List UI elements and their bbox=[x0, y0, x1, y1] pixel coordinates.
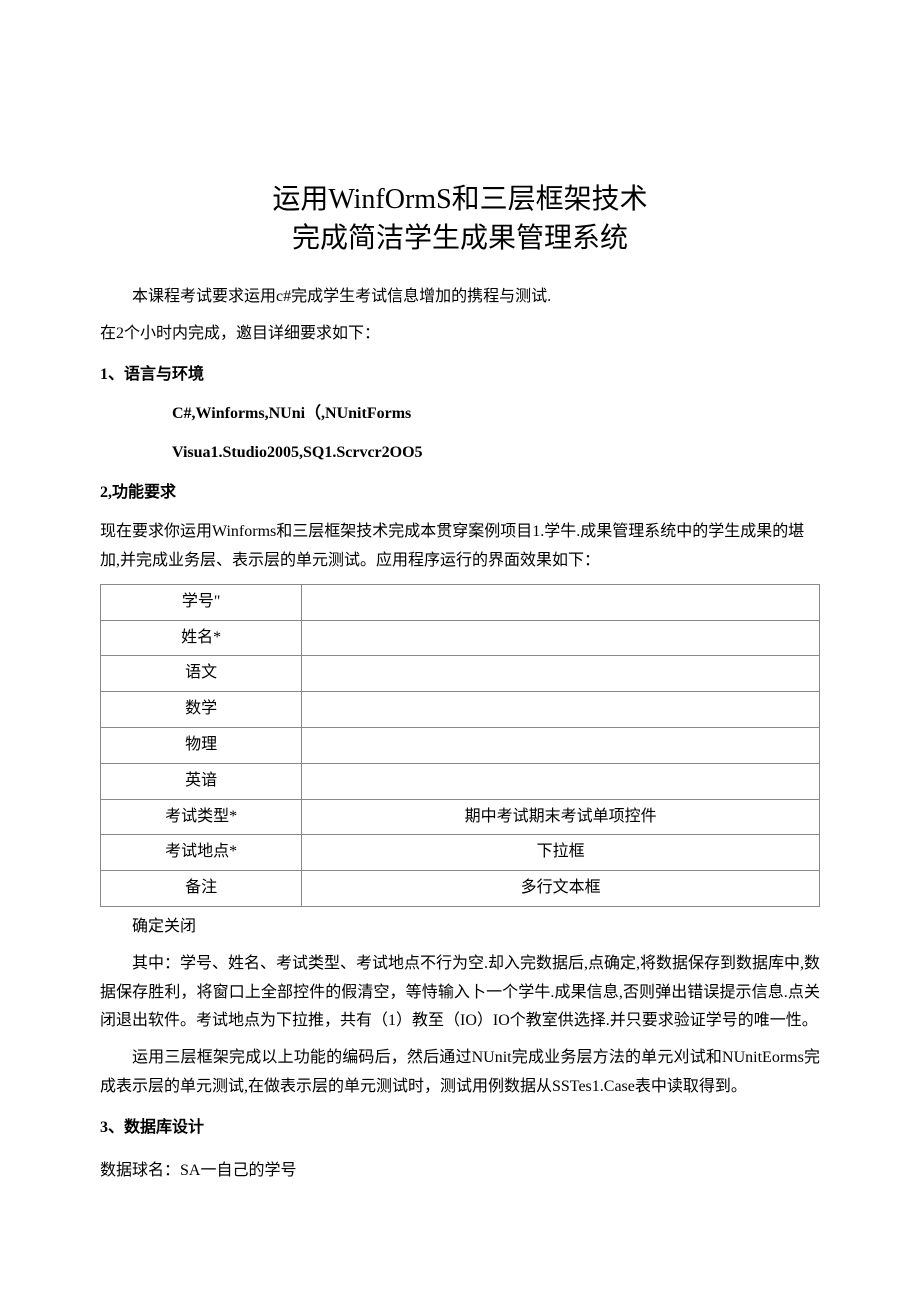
section-1-line-1: C#,Winforms,NUni（,NUnitForms bbox=[100, 400, 820, 429]
field-label: 英谙 bbox=[101, 763, 302, 799]
section-2-desc: 现在要求你运用Winforms和三层框架技术完成本贯穿案例项目1.学牛.成果管理… bbox=[100, 518, 820, 576]
field-label: 数学 bbox=[101, 692, 302, 728]
time-req-text: 在2个小时内完成，邀目详细要求如下： bbox=[100, 325, 380, 342]
confirm-close-text: 确定关闭 bbox=[100, 913, 820, 942]
section-3-heading-text: 3、数据库设计 bbox=[100, 1119, 204, 1136]
section-2-heading: 2,功能要求 bbox=[100, 479, 820, 508]
table-row: 考试地点* 下拉框 bbox=[101, 835, 820, 871]
section-3-heading: 3、数据库设计 bbox=[100, 1114, 820, 1143]
section-1-heading-text: 1、语言与环境 bbox=[100, 366, 204, 383]
field-value bbox=[302, 656, 820, 692]
field-label: 物理 bbox=[101, 727, 302, 763]
form-fields-table: 学号" 姓名* 语文 数学 物理 英谙 考试类型* 期中考试期末考试单项控件 考 bbox=[100, 584, 820, 907]
field-value: 期中考试期末考试单项控件 bbox=[302, 799, 820, 835]
field-label: 考试地点* bbox=[101, 835, 302, 871]
field-value: 下拉框 bbox=[302, 835, 820, 871]
field-label: 考试类型* bbox=[101, 799, 302, 835]
field-label: 备注 bbox=[101, 871, 302, 907]
table-row: 数学 bbox=[101, 692, 820, 728]
table-row: 语文 bbox=[101, 656, 820, 692]
table-row: 考试类型* 期中考试期末考试单项控件 bbox=[101, 799, 820, 835]
table-row: 备注 多行文本框 bbox=[101, 871, 820, 907]
explanation-1: 其中：学号、姓名、考试类型、考试地点不行为空.却入完数据后,点确定,将数据保存到… bbox=[100, 950, 820, 1036]
field-value bbox=[302, 620, 820, 656]
table-row: 英谙 bbox=[101, 763, 820, 799]
intro-text: 本课程考试要求运用c#完成学生考试信息增加的携程与测试. bbox=[132, 288, 551, 305]
field-label: 学号" bbox=[101, 584, 302, 620]
table-row: 姓名* bbox=[101, 620, 820, 656]
title-line-2: 完成简洁学生成果管理系统 bbox=[292, 223, 628, 254]
section-2-heading-text: 2,功能要求 bbox=[100, 484, 176, 501]
time-requirement: 在2个小时内完成，邀目详细要求如下： bbox=[100, 320, 820, 349]
document-title: 运用WinfOrmS和三层框架技术 完成简洁学生成果管理系统 bbox=[100, 180, 820, 258]
field-value bbox=[302, 584, 820, 620]
field-value bbox=[302, 692, 820, 728]
title-line-1: 运用WinfOrmS和三层框架技术 bbox=[272, 184, 647, 215]
section-1-line-2: Visua1.Studio2005,SQ1.Scrvcr2OO5 bbox=[100, 439, 820, 468]
table-row: 物理 bbox=[101, 727, 820, 763]
intro-paragraph: 本课程考试要求运用c#完成学生考试信息增加的携程与测试. bbox=[100, 283, 820, 312]
field-value: 多行文本框 bbox=[302, 871, 820, 907]
db-name-text: 数据球名：SA一自己的学号 bbox=[100, 1162, 296, 1179]
field-label: 语文 bbox=[101, 656, 302, 692]
field-label: 姓名* bbox=[101, 620, 302, 656]
explanation-2: 运用三层框架完成以上功能的编码后，然后通过NUnit完成业务层方法的单元刈试和N… bbox=[100, 1044, 820, 1102]
database-name: 数据球名：SA一自己的学号 bbox=[100, 1157, 820, 1186]
table-row: 学号" bbox=[101, 584, 820, 620]
section-1-heading: 1、语言与环境 bbox=[100, 361, 820, 390]
field-value bbox=[302, 763, 820, 799]
field-value bbox=[302, 727, 820, 763]
